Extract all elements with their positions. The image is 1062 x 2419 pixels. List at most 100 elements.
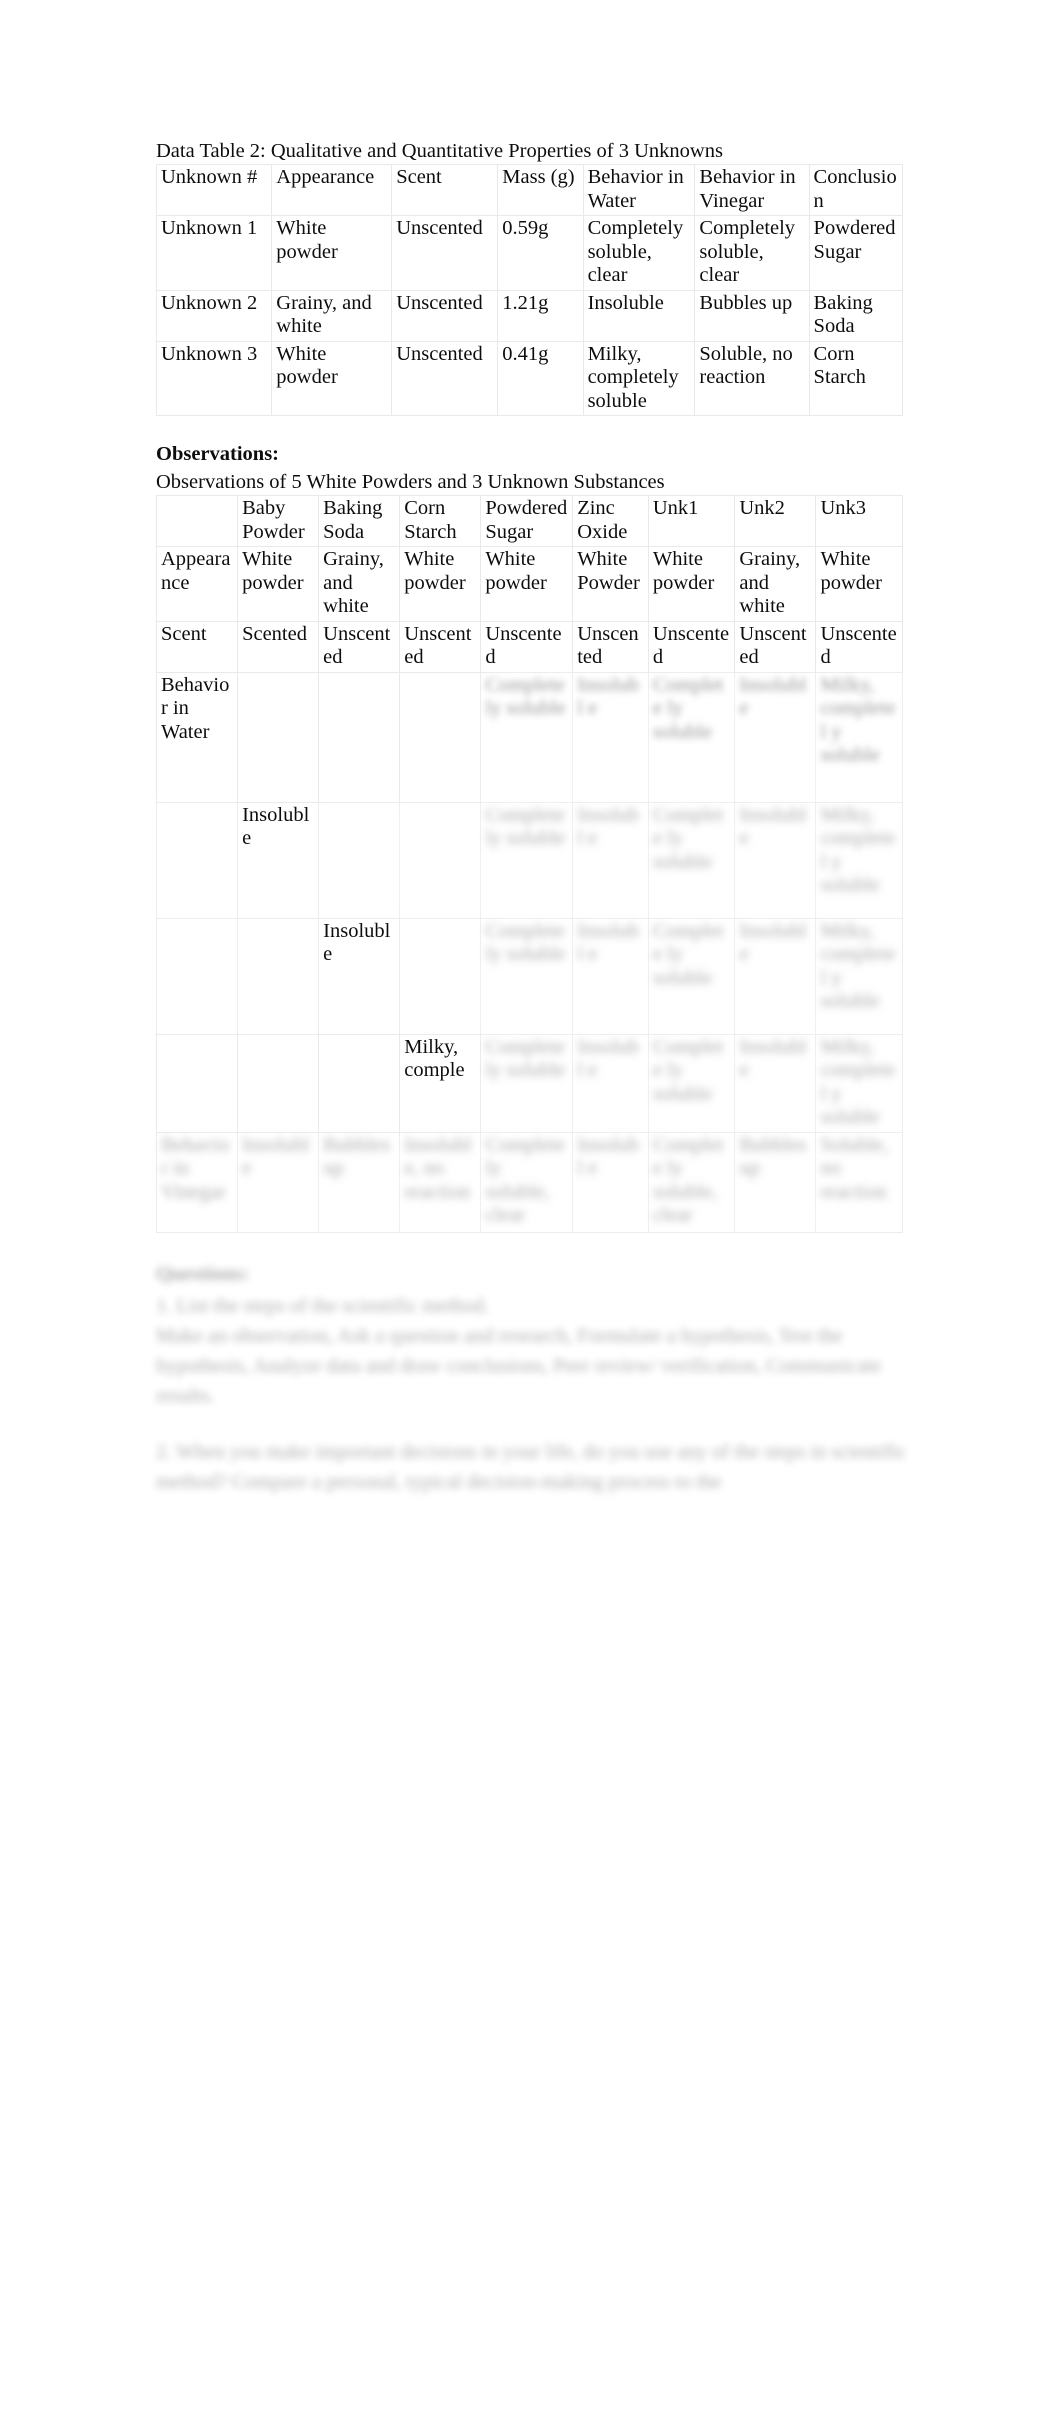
table1-header-cell: Unknown # — [155, 164, 273, 216]
table2-header-cell: Zinc Oxide — [572, 495, 649, 547]
table2-cell: Unscented — [734, 620, 817, 673]
table2-header-cell: Unk3 — [815, 495, 903, 547]
table1-cell-scent: Unscented — [391, 215, 499, 291]
table2-row-label: Appearance — [155, 546, 239, 622]
table2-row-label — [155, 917, 239, 1035]
table2-cell: Complete ly soluble, clear — [647, 1131, 736, 1233]
table2-cell: Bubbles up — [734, 1131, 817, 1233]
table1-cell-water: Insoluble — [582, 289, 696, 342]
table2-cell: Complete ly soluble — [647, 801, 736, 919]
table1-header-cell: Mass (g) — [497, 164, 584, 216]
table1-cell-appearance: Grainy, and white — [271, 289, 393, 342]
table2-cell: Insolubl e — [734, 917, 817, 1035]
table-row: Unknown 1 White powder Unscented 0.59g C… — [155, 215, 904, 291]
table-row: Milky, comple Complete ly soluble Insolu… — [155, 1033, 903, 1133]
questions-section: Questions: 1. List the steps of the scie… — [156, 1259, 916, 1497]
table1-cell-mass: 0.59g — [497, 215, 584, 291]
table2-cell: Insolubl e, no reaction — [399, 1131, 482, 1233]
table2-cell: White powder — [647, 546, 736, 622]
table1-header-cell: Behavior in Vinegar — [694, 164, 810, 216]
table1-cell-unknown: Unknown 1 — [155, 215, 273, 291]
table2-cell: White Powder — [572, 546, 649, 622]
table2-cell: White powder — [237, 546, 320, 622]
table2-header-cell: Unk1 — [647, 495, 736, 547]
table1-cell-vinegar: Completely soluble, clear — [694, 215, 810, 291]
data-table-2: Unknown # Appearance Scent Mass (g) Beha… — [155, 164, 904, 416]
table1-header-cell: Scent — [391, 164, 499, 216]
table2-cell: Complete ly soluble — [480, 917, 574, 1035]
table2-row-label — [155, 801, 239, 919]
table2-cell — [237, 917, 320, 1035]
table2-cell: Complete ly soluble — [647, 917, 736, 1035]
table2-row-label — [155, 1033, 239, 1133]
table2-cell: White powder — [480, 546, 574, 622]
table2-cell: Complete ly soluble — [480, 671, 574, 803]
table2-cell: Milky, completel y soluble — [815, 801, 903, 919]
question-answer: Make an observation, Ask a question and … — [156, 1324, 882, 1407]
table2-cell — [318, 801, 401, 919]
table2-header-cell: Baby Powder — [237, 495, 320, 547]
table2-row-label: Scent — [155, 620, 239, 673]
table2-cell: Insolubl e — [734, 1033, 817, 1133]
table-row: Scent Scented Unscented Unscented Unscen… — [155, 620, 903, 673]
table2-cell: Grainy, and white — [318, 546, 401, 622]
table-row: Insoluble Complete ly soluble Insolubl e… — [155, 801, 903, 919]
table1-cell-conclusion: Baking Soda — [808, 289, 904, 342]
table2-cell — [399, 917, 482, 1035]
table-header-row: Baby Powder Baking Soda Corn Starch Powd… — [155, 495, 903, 547]
table1-cell-unknown: Unknown 2 — [155, 289, 273, 342]
table2-cell: Unscented — [399, 620, 482, 673]
table2-header-cell: Unk2 — [734, 495, 817, 547]
table2-cell: Grainy, and white — [734, 546, 817, 622]
table2-cell: Milky, comple — [399, 1033, 482, 1133]
table2-cell: Insolubl e — [572, 917, 649, 1035]
table1-header-cell: Conclusion — [808, 164, 904, 216]
table2-cell: Complete ly soluble — [647, 671, 736, 803]
table2-cell: Complete ly soluble — [480, 801, 574, 919]
table2-cell: Unscented — [815, 620, 903, 673]
table2-cell — [237, 1033, 320, 1133]
questions-heading: Questions: — [156, 1262, 250, 1285]
table1-cell-vinegar: Soluble, no reaction — [694, 340, 810, 416]
table-row: Unknown 3 White powder Unscented 0.41g M… — [155, 340, 904, 416]
table2-cell — [318, 1033, 401, 1133]
table2-cell: Complete ly soluble, clear — [480, 1131, 574, 1233]
table2-cell: Unscented — [572, 620, 649, 673]
table2-cell — [399, 801, 482, 919]
table-header-row: Unknown # Appearance Scent Mass (g) Beha… — [155, 164, 904, 216]
table2-cell: Insolubl e — [572, 1131, 649, 1233]
table2-cell: Milky, completel y soluble — [815, 917, 903, 1035]
question-item: 2. When you make important decisions in … — [156, 1440, 907, 1493]
document-page: Data Table 2: Qualitative and Quantitati… — [0, 0, 1062, 2419]
table2-cell: White powder — [815, 546, 903, 622]
table1-cell-appearance: White powder — [271, 340, 393, 416]
observations-table: Baby Powder Baking Soda Corn Starch Powd… — [155, 495, 903, 1233]
question-item: 1. List the steps of the scientific meth… — [156, 1294, 490, 1317]
table2-cell: Insolubl e — [734, 801, 817, 919]
table2-cell: Scented — [237, 620, 320, 673]
table2-cell — [318, 671, 401, 803]
table2-cell: Milky, completel y soluble — [815, 671, 903, 803]
table2-cell: Insolubl e — [572, 671, 649, 803]
table2-cell: Insolubl e — [237, 1131, 320, 1233]
table2-cell: White powder — [399, 546, 482, 622]
table1-cell-unknown: Unknown 3 — [155, 340, 273, 416]
table2-cell: Insolubl e — [572, 801, 649, 919]
observations-heading: Observations: — [156, 443, 279, 465]
table2-cell: Bubbles up — [318, 1131, 401, 1233]
table1-cell-scent: Unscented — [391, 289, 499, 342]
table2-row-label: Behavior in Vinegar — [155, 1131, 239, 1233]
table1-header-cell: Behavior in Water — [582, 164, 696, 216]
table-row: Behavior in Water Complete ly soluble In… — [155, 671, 903, 803]
table2-cell: Insoluble — [237, 801, 320, 919]
table-row: Appearance White powder Grainy, and whit… — [155, 546, 903, 622]
table1-cell-mass: 0.41g — [497, 340, 584, 416]
table2-cell: Milky, completel y soluble — [815, 1033, 903, 1133]
table1-cell-water: Milky, completely soluble — [582, 340, 696, 416]
table1-cell-water: Completely soluble, clear — [582, 215, 696, 291]
table1-cell-conclusion: Powdered Sugar — [808, 215, 904, 291]
document-content: Data Table 2: Qualitative and Quantitati… — [155, 140, 916, 1497]
table2-cell: Insolubl e — [734, 671, 817, 803]
table2-cell: Soluble, no reaction — [815, 1131, 903, 1233]
